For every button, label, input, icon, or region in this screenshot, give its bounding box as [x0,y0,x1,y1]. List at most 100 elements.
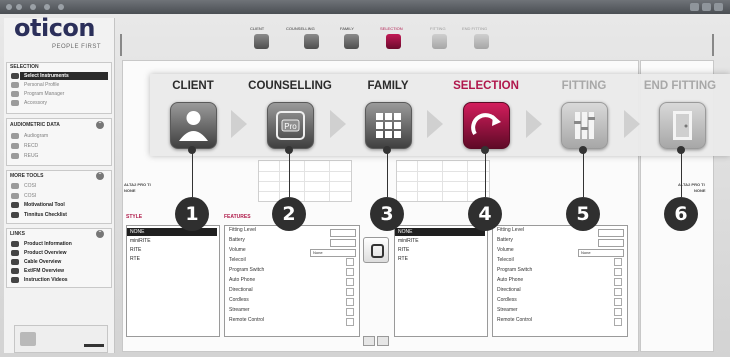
mini-selection-icon[interactable] [386,34,401,49]
style-option-rte-right[interactable]: RTE [395,255,485,263]
directional-checkbox-right[interactable] [614,288,622,296]
fitting-button[interactable] [561,102,608,149]
mini-counselling-icon[interactable] [304,34,319,49]
telecoil-checkbox[interactable] [346,258,354,266]
auto-phone-checkbox[interactable] [346,278,354,286]
telecoil-checkbox-right[interactable] [614,258,622,266]
sidebar-item-reug[interactable]: REUG [24,153,38,159]
sidebar-item-recd[interactable]: RECD [24,143,38,149]
sidebar-item-tinnitus-checklist[interactable]: Tinnitus Checklist [24,212,67,218]
pointer-line [681,149,682,197]
mini-family-icon[interactable] [344,34,359,49]
svg-text:Pro: Pro [284,122,297,131]
mini-step-fitting[interactable]: FITTING [430,26,446,31]
program-switch-checkbox[interactable] [346,268,354,276]
mini-step-selection[interactable]: SELECTION [380,26,403,31]
cordless-checkbox-right[interactable] [614,298,622,306]
style-option-rte[interactable]: RTE [127,255,217,263]
streamer-checkbox-right[interactable] [614,308,622,316]
style-option-rite[interactable]: RITE [127,246,217,254]
volume-dropdown[interactable]: None [310,249,356,257]
sidebar-item-select-instruments[interactable]: Select Instruments [24,73,69,79]
remote-control-checkbox-right[interactable] [614,318,622,326]
cordless-checkbox[interactable] [346,298,354,306]
right-device-sub: NONE [694,188,706,193]
maximize-button[interactable] [702,3,711,11]
sidebar-item-cosi[interactable]: COSI [24,183,36,189]
selection-button[interactable] [463,102,510,149]
style-option-minirite[interactable]: miniRITE [127,237,217,245]
sidebar-item-audiogram[interactable]: Audiogram [24,133,48,139]
sidebar-item-instruction-videos[interactable]: Instruction Videos [24,277,68,283]
pointer-line [387,149,388,197]
strip-left-edge [120,34,122,56]
collapse-more-tools-button[interactable]: ⌃ [96,172,104,180]
mini-step-end-fitting[interactable]: END FITTING [462,26,487,31]
style-option-rite-right[interactable]: RITE [395,246,485,254]
help-button[interactable] [714,3,723,11]
collapse-audiometric-button[interactable]: ⌃ [96,121,104,129]
sidebar-item-product-information[interactable]: Product Information [24,241,72,247]
ext-fm-icon [11,268,19,274]
window-dot-icon [44,4,50,10]
sidebar-item-accessory[interactable]: Accessory [24,100,47,106]
mini-step-counselling[interactable]: COUNSELLING [286,26,315,31]
pointer-line [192,149,193,197]
mini-end-fitting-icon[interactable] [474,34,489,49]
end-fitting-button[interactable] [659,102,706,149]
remote-control-checkbox[interactable] [346,318,354,326]
style-option-none-right[interactable]: NONE [395,228,485,236]
feature-directional-right: Directional [497,287,521,293]
copy-right-button[interactable] [377,336,389,346]
pointer-line [583,149,584,197]
sidebar-item-product-overview[interactable]: Product Overview [24,250,67,256]
fitting-level-dropdown-right[interactable] [598,229,624,237]
auto-phone-checkbox-right[interactable] [614,278,622,286]
battery-dropdown[interactable] [330,239,356,247]
style-option-minirite-right[interactable]: miniRITE [395,237,485,245]
sidebar-item-ext-fm-overview[interactable]: Ext/FM Overview [24,268,64,274]
counselling-button[interactable]: Pro [267,102,314,149]
instrument-icon [11,73,19,79]
pointer-dot [677,146,685,154]
collapse-links-button[interactable]: ⌃ [96,230,104,238]
family-button[interactable] [365,102,412,149]
window-dot-icon [30,4,36,10]
streamer-checkbox[interactable] [346,308,354,316]
left-audiogram-chart [258,160,352,202]
sidebar-item-motivational-tool[interactable]: Motivational Tool [24,202,65,208]
feature-program-switch-right: Program Switch [497,267,533,273]
feature-auto-phone-right: Auto Phone [497,277,524,283]
sidebar-item-cable-overview[interactable]: Cable Overview [24,259,61,265]
door-exit-icon [673,111,692,140]
product-overview-icon [11,250,19,256]
window-dot-icon [58,4,64,10]
sidebar-item-cosi-2[interactable]: COSI [24,193,36,199]
feature-cordless: Cordless [229,297,249,303]
minimize-button[interactable] [690,3,699,11]
right-device-label: ALTA2 PRO TI [678,182,705,187]
feature-cordless-right: Cordless [497,297,517,303]
sidebar-item-program-manager[interactable]: Program Manager [24,91,64,97]
copy-left-button[interactable] [363,336,375,346]
sidebar-item-personal-profile[interactable]: Personal Profile [24,82,59,88]
mini-step-client[interactable]: CLIENT [250,26,264,31]
directional-checkbox[interactable] [346,288,354,296]
section-title-links: LINKS [10,231,25,237]
mini-step-family[interactable]: FAMILY [340,26,354,31]
client-button[interactable] [170,102,217,149]
section-title-more-tools: MORE TOOLS [10,173,44,179]
mini-fitting-icon[interactable] [432,34,447,49]
link-sides-button[interactable] [363,237,389,263]
battery-dropdown-right[interactable] [598,239,624,247]
mini-client-icon[interactable] [254,34,269,49]
style-option-none[interactable]: NONE [127,228,217,236]
fitting-level-dropdown[interactable] [330,229,356,237]
step-label-family: FAMILY [367,80,409,92]
pointer-dot [383,146,391,154]
step-label-counselling: COUNSELLING [248,80,332,92]
right-audiogram-chart [396,160,490,202]
program-switch-checkbox-right[interactable] [614,268,622,276]
volume-dropdown-right[interactable]: None [578,249,624,257]
grid-icon [376,113,401,138]
